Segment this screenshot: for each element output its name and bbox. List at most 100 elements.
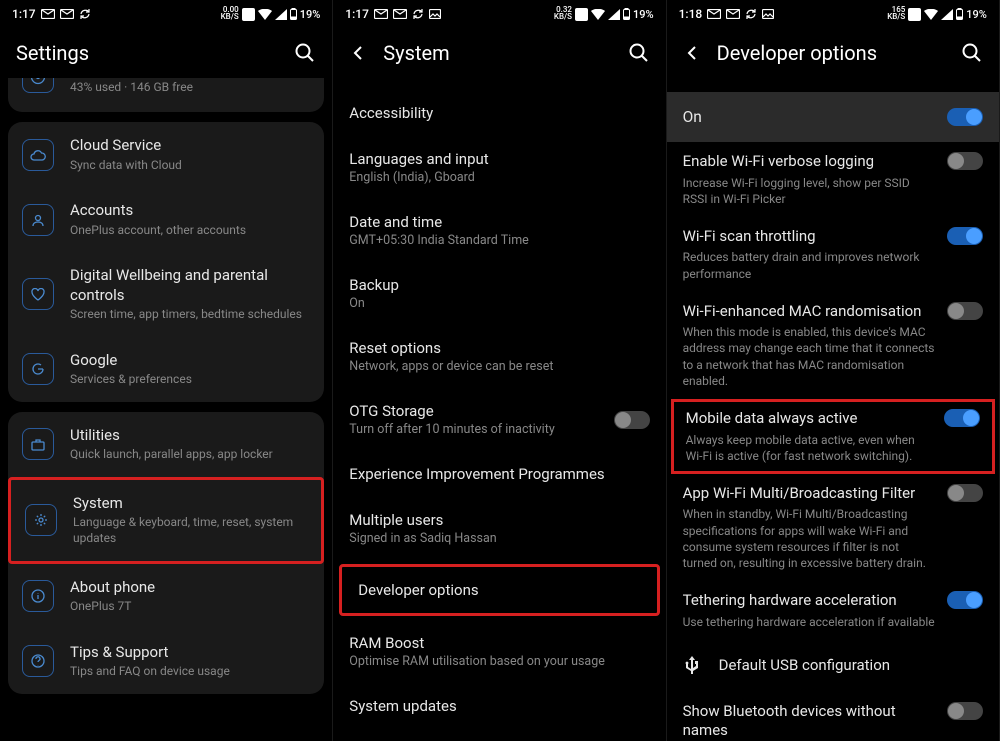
row-title: App Wi-Fi Multi/Broadcasting Filter [683,484,935,504]
row-tips-support[interactable]: Tips & SupportTips and FAQ on device usa… [8,629,324,694]
row-title: System [73,494,307,514]
briefcase-icon [22,428,54,460]
row-mac-randomisation[interactable]: Wi-Fi-enhanced MAC randomisationWhen thi… [667,292,999,399]
network-speed: 0.00KB/S [221,7,239,21]
row-title: Tips & Support [70,643,310,663]
row-title: About phone [70,578,310,598]
row-title: Utilities [70,426,310,446]
row-utilities[interactable]: UtilitiesQuick launch, parallel apps, ap… [8,412,324,477]
search-icon[interactable] [294,42,316,64]
toggle-otg[interactable] [614,411,650,429]
toggle-mobile-data[interactable] [944,409,980,427]
row-google[interactable]: GoogleServices & preferences [8,337,324,402]
row-digital-wellbeing[interactable]: Digital Wellbeing and parental controls S… [8,252,324,337]
back-button[interactable] [683,43,703,63]
cloud-icon [22,139,54,171]
status-time: 1:18 [679,7,703,21]
row-sub: Services & preferences [70,372,310,388]
row-multiple-users[interactable]: Multiple users Signed in as Sadiq Hassan [333,497,665,560]
on-label: On [683,108,947,126]
row-title: Developer options [358,581,640,599]
image-icon [762,9,774,19]
header: System [333,28,665,78]
row-title: Tethering hardware acceleration [683,591,935,611]
row-languages-input[interactable]: Languages and inputEnglish (India), Gboa… [333,136,665,199]
wifi-icon [591,9,605,20]
row-system[interactable]: SystemLanguage & keyboard, time, reset, … [8,477,324,564]
row-storage[interactable]: Storage43% used · 146 GB free [8,78,324,112]
heart-icon [22,278,54,310]
row-sub: OnePlus account, other accounts [70,223,310,239]
toggle-wifi-verbose[interactable] [947,152,983,170]
row-date-time[interactable]: Date and timeGMT+05:30 India Standard Ti… [333,199,665,262]
signal-icon [941,9,953,20]
row-sub: 43% used · 146 GB free [70,80,310,96]
row-title: Accounts [70,201,310,221]
help-icon [22,645,54,677]
battery-icon [290,8,297,20]
status-bar: 1:18 165KB/S 19% [667,0,999,28]
back-button[interactable] [349,43,369,63]
row-reset-options[interactable]: Reset optionsNetwork, apps or device can… [333,325,665,388]
page-title: Settings [16,41,280,65]
sync-icon [745,8,757,20]
row-wifi-scan-throttling[interactable]: Wi-Fi scan throttlingReduces battery dra… [667,217,999,292]
on-master-toggle-row[interactable]: On [667,92,999,142]
row-tethering-hw-accel[interactable]: Tethering hardware acceleration Use tethe… [667,581,999,640]
page-title: Developer options [717,41,947,65]
row-system-updates[interactable]: System updates [333,683,665,729]
row-sub: Turn off after 10 minutes of inactivity [349,422,613,437]
row-experience-improvement[interactable]: Experience Improvement Programmes [333,451,665,497]
panel-developer-options: 1:18 165KB/S 19% Developer options On En… [667,0,1000,741]
row-sub: Use tethering hardware acceleration if a… [683,614,935,630]
row-sub: Screen time, app timers, bedtime schedul… [70,307,310,323]
row-title: Reset options [349,339,649,357]
row-accessibility[interactable]: Accessibility [333,78,665,136]
header: Developer options [667,28,999,78]
row-developer-options[interactable]: Developer options [339,564,659,616]
row-sub: When in standby, Wi-Fi Multi/Broadcastin… [683,506,935,571]
row-title: OTG Storage [349,402,613,420]
row-cloud-service[interactable]: Cloud ServiceSync data with Cloud [8,122,324,187]
row-title: System updates [349,697,649,715]
battery-pct: 19% [966,8,987,21]
toggle-bt-no-names[interactable] [947,702,983,720]
row-sub: Signed in as Sadiq Hassan [349,531,649,546]
network-speed: 0.32KB/S [554,7,572,21]
row-title: Digital Wellbeing and parental controls [70,266,310,305]
row-sub: On [349,296,649,311]
usb-icon [683,656,701,676]
row-title: Accessibility [349,104,649,122]
image-icon [429,9,441,19]
row-sub: Sync data with Cloud [70,158,310,174]
status-time: 1:17 [12,7,36,21]
row-wifi-multi-filter[interactable]: App Wi-Fi Multi/Broadcasting FilterWhen … [667,474,999,581]
mail-icon [41,9,55,19]
row-ram-boost[interactable]: RAM BoostOptimise RAM utilisation based … [333,620,665,683]
search-icon[interactable] [961,42,983,64]
toggle-wifi-scan[interactable] [947,227,983,245]
row-sub: When this mode is enabled, this device's… [683,324,935,389]
row-title: Enable Wi-Fi verbose logging [683,152,935,172]
row-title: Date and time [349,213,649,231]
row-mobile-data-always-active[interactable]: Mobile data always activeAlways keep mob… [671,399,995,474]
toggle-mac-rand[interactable] [947,302,983,320]
row-about-phone[interactable]: About phoneOnePlus 7T [8,564,324,629]
row-title: Languages and input [349,150,649,168]
row-backup[interactable]: BackupOn [333,262,665,325]
row-default-usb-config[interactable]: Default USB configuration [667,640,999,692]
row-title: RAM Boost [349,634,649,652]
toggle-tethering[interactable] [947,591,983,609]
battery-icon [623,8,630,20]
row-title: Multiple users [349,511,649,529]
row-accounts[interactable]: Accounts OnePlus account, other accounts [8,187,324,252]
row-otg-storage[interactable]: OTG Storage Turn off after 10 minutes of … [333,388,665,451]
toggle-master[interactable] [947,108,983,126]
row-wifi-verbose[interactable]: Enable Wi-Fi verbose loggingIncrease Wi-… [667,142,999,217]
header: Settings [0,28,332,78]
gear-icon [25,504,57,536]
wifi-icon [924,9,938,20]
toggle-wifi-multi[interactable] [947,484,983,502]
search-icon[interactable] [628,42,650,64]
row-bluetooth-no-names[interactable]: Show Bluetooth devices without namesBlue… [667,692,999,741]
